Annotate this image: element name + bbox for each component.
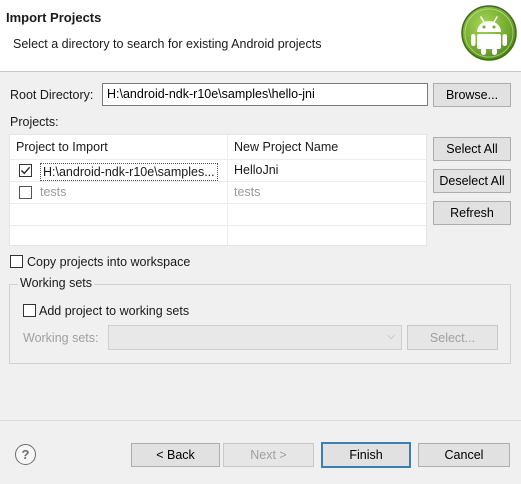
finish-button[interactable]: Finish bbox=[321, 442, 411, 468]
table-row[interactable]: H:\android-ndk-r10e\samples... HelloJni bbox=[10, 159, 426, 181]
add-to-working-sets-label[interactable]: Add project to working sets bbox=[39, 304, 189, 318]
table-row-empty bbox=[10, 225, 426, 245]
row-checkbox[interactable] bbox=[19, 186, 32, 199]
root-directory-input[interactable]: H:\android-ndk-r10e\samples\hello-jni bbox=[102, 83, 428, 106]
project-path-cell: H:\android-ndk-r10e\samples... bbox=[38, 160, 226, 181]
working-sets-group-label: Working sets bbox=[18, 276, 95, 290]
root-directory-label: Root Directory: bbox=[10, 88, 94, 102]
working-sets-label: Working sets: bbox=[23, 331, 99, 345]
browse-button[interactable]: Browse... bbox=[433, 83, 511, 107]
add-to-working-sets-checkbox[interactable] bbox=[23, 304, 36, 317]
working-sets-group bbox=[9, 284, 511, 364]
question-icon[interactable]: ? bbox=[15, 444, 36, 465]
copy-into-workspace-label[interactable]: Copy projects into workspace bbox=[27, 255, 190, 269]
dialog-header: Import Projects Select a directory to se… bbox=[0, 0, 521, 72]
project-name-cell[interactable]: HelloJni bbox=[228, 160, 426, 181]
working-sets-combo[interactable]: ⌵ bbox=[108, 325, 402, 350]
column-header-new-name[interactable]: New Project Name bbox=[228, 135, 426, 159]
select-all-button[interactable]: Select All bbox=[433, 137, 511, 161]
checkmark-icon bbox=[20, 166, 31, 175]
project-name-cell: tests bbox=[234, 185, 261, 199]
deselect-all-button[interactable]: Deselect All bbox=[433, 169, 511, 193]
table-row[interactable]: tests tests bbox=[10, 181, 426, 203]
android-icon bbox=[461, 5, 517, 61]
project-path: H:\android-ndk-r10e\samples... bbox=[40, 163, 218, 181]
projects-label: Projects: bbox=[10, 115, 59, 129]
column-header-project[interactable]: Project to Import bbox=[10, 135, 228, 159]
select-working-sets-button[interactable]: Select... bbox=[407, 325, 498, 350]
refresh-button[interactable]: Refresh bbox=[433, 201, 511, 225]
dialog-subtitle: Select a directory to search for existin… bbox=[13, 37, 322, 51]
next-button[interactable]: Next > bbox=[223, 443, 314, 467]
projects-table: Project to Import New Project Name H:\an… bbox=[9, 134, 427, 246]
back-button[interactable]: < Back bbox=[131, 443, 220, 467]
dialog-title: Import Projects bbox=[6, 10, 102, 25]
chevron-down-icon: ⌵ bbox=[387, 331, 395, 342]
copy-into-workspace-checkbox[interactable] bbox=[10, 255, 23, 268]
project-path-cell: tests bbox=[40, 185, 67, 199]
cancel-button[interactable]: Cancel bbox=[418, 443, 510, 467]
table-row-empty bbox=[10, 203, 426, 225]
footer-divider bbox=[0, 420, 521, 421]
row-checkbox[interactable] bbox=[19, 164, 32, 177]
